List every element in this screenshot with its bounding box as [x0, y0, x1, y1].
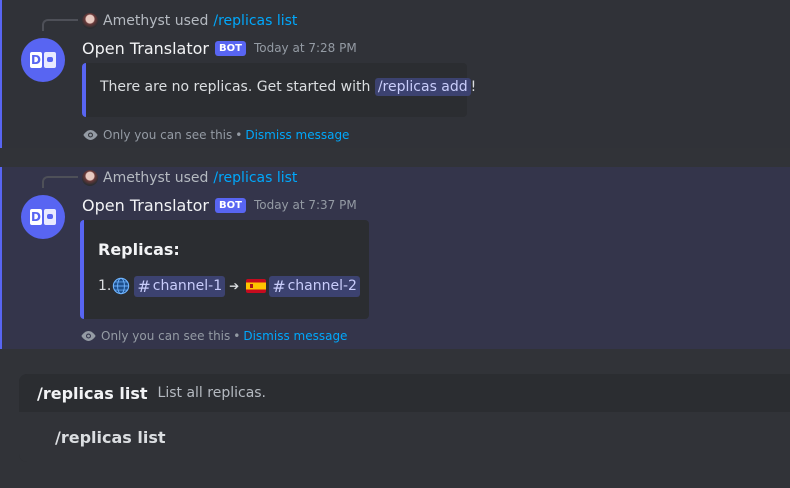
eye-icon — [83, 130, 98, 140]
reply-connector — [42, 176, 78, 188]
message-timestamp[interactable]: Today at 7:28 PM — [254, 41, 357, 55]
ephemeral-notice: Only you can see this • Dismiss message — [82, 126, 349, 144]
reply-username[interactable]: Amethyst — [103, 13, 170, 29]
message-input-value[interactable]: /replicas list — [55, 428, 166, 447]
replica-list-item: 1. # channel-1 ➔ # channel-2 — [98, 275, 360, 297]
embed: There are no replicas. Get started with … — [82, 63, 476, 117]
dismiss-message-link[interactable]: Dismiss message — [243, 329, 347, 343]
message-header: Open Translator BOT Today at 7:37 PM — [82, 194, 357, 216]
dismiss-message-link[interactable]: Dismiss message — [245, 128, 349, 142]
reply-username[interactable]: Amethyst — [103, 170, 170, 186]
hash-icon: # — [137, 276, 151, 296]
arrow-right-icon: ➔ — [229, 279, 240, 293]
author-name[interactable]: Open Translator — [82, 39, 209, 58]
author-name[interactable]: Open Translator — [82, 196, 209, 215]
bot-badge: BOT — [215, 197, 246, 213]
globe-icon — [113, 277, 130, 295]
embed-description: There are no replicas. Get started with … — [100, 78, 477, 96]
bot-avatar[interactable]: D — [21, 38, 65, 82]
command-reply-header: Amethyst used /replicas list — [82, 12, 297, 30]
channel-mention-source[interactable]: # channel-1 — [134, 275, 226, 297]
list-number: 1. — [98, 278, 112, 294]
ephemeral-notice: Only you can see this • Dismiss message — [80, 327, 347, 345]
message-input[interactable]: /replicas list — [19, 412, 790, 462]
reply-connector — [42, 19, 78, 31]
user-avatar[interactable] — [82, 13, 98, 29]
discord-logo-icon: D — [30, 209, 56, 225]
ephemeral-text: Only you can see this — [103, 128, 233, 142]
discord-logo-icon: D — [30, 52, 56, 68]
embed-title: Replicas: — [98, 240, 180, 259]
slash-command-autocomplete: /replicas list List all replicas. /repli… — [19, 374, 790, 462]
reply-command-link[interactable]: /replicas list — [213, 13, 297, 29]
user-avatar[interactable] — [82, 170, 98, 186]
reply-command-link[interactable]: /replicas list — [213, 170, 297, 186]
embed: Replicas: 1. # channel-1 ➔ # channel-2 — [80, 220, 369, 319]
reply-used-label: used — [174, 13, 209, 29]
bot-badge: BOT — [215, 40, 246, 56]
slash-command-mention[interactable]: /replicas add — [374, 78, 471, 96]
bot-avatar[interactable]: D — [21, 195, 65, 239]
channel-mention-target[interactable]: # channel-2 — [269, 275, 360, 297]
command-reply-header: Amethyst used /replicas list — [82, 169, 297, 187]
reply-used-label: used — [174, 170, 209, 186]
ephemeral-text: Only you can see this — [101, 329, 231, 343]
message-1: Amethyst used /replicas list D Open Tran… — [0, 0, 790, 148]
autocomplete-command-description: List all replicas. — [157, 385, 267, 401]
eye-icon — [81, 331, 96, 341]
message-header: Open Translator BOT Today at 7:28 PM — [82, 37, 357, 59]
spain-flag-icon — [246, 279, 267, 293]
autocomplete-option[interactable]: /replicas list List all replicas. — [19, 374, 790, 412]
hash-icon: # — [272, 276, 286, 296]
message-timestamp[interactable]: Today at 7:37 PM — [254, 198, 357, 212]
autocomplete-command-name[interactable]: /replicas list — [37, 384, 148, 403]
